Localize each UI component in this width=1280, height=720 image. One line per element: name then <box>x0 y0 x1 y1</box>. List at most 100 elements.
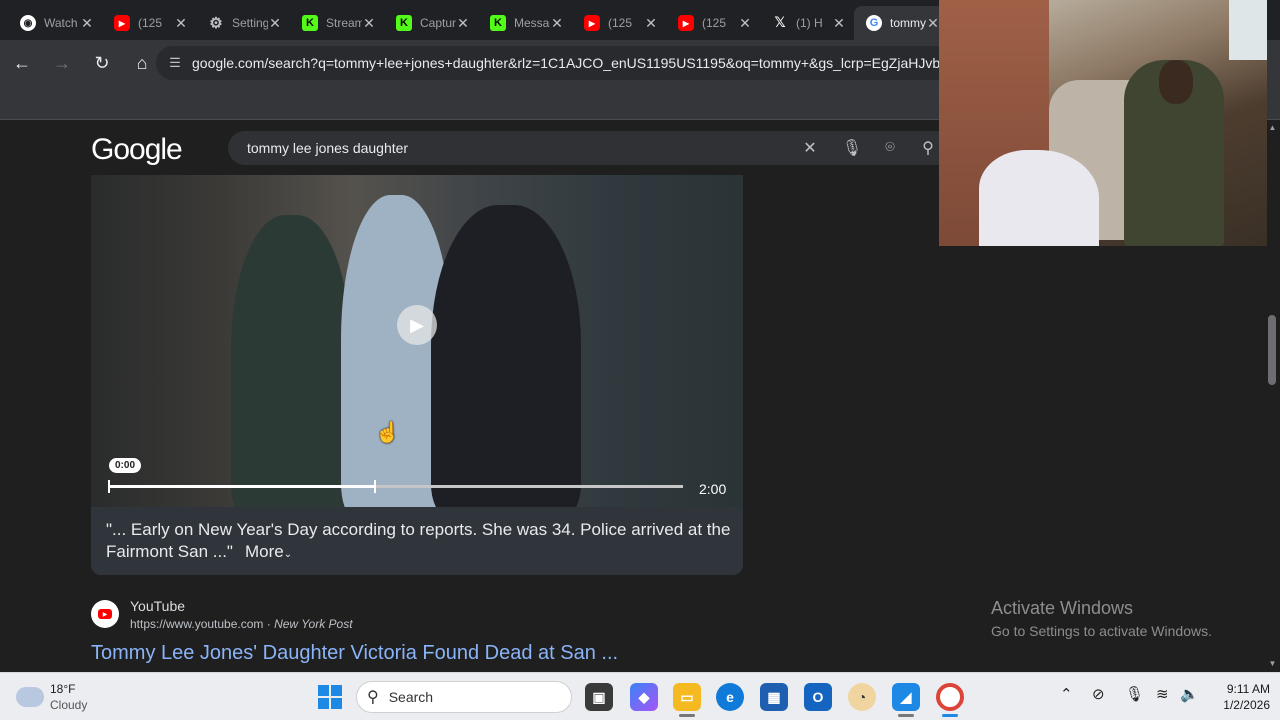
windows-logo-pane <box>318 698 329 709</box>
back-button[interactable]: ← <box>4 45 40 81</box>
close-icon[interactable]: ✕ <box>174 15 188 32</box>
webcam-overlay <box>939 0 1267 246</box>
tab-youtube-1[interactable]: ▶ (125 ✕ <box>102 6 196 40</box>
site-info-icon[interactable]: ☰ <box>164 55 186 71</box>
app-icon[interactable]: ◔ <box>848 683 876 711</box>
task-view-icon[interactable]: ▣ <box>585 683 613 711</box>
photos-icon[interactable]: ◢ <box>892 683 920 711</box>
microphone-icon[interactable]: 🎙 <box>837 131 867 165</box>
youtube-icon: ▶ <box>678 15 694 31</box>
google-logo[interactable]: Google <box>91 133 183 167</box>
search-query: tommy lee jones daughter <box>247 140 409 156</box>
outlook-icon[interactable]: O <box>804 683 832 711</box>
result-site-name[interactable]: YouTube <box>130 598 185 614</box>
watermark-title: Activate Windows <box>991 598 1134 618</box>
running-indicator <box>679 714 695 717</box>
tab-title: Watch <box>44 16 78 30</box>
watch-icon: ◉ <box>20 15 36 31</box>
video-caption: "... Early on New Year's Day according t… <box>106 519 731 566</box>
edge-icon[interactable]: e <box>716 683 744 711</box>
close-icon[interactable]: ✕ <box>832 15 846 32</box>
home-icon: ⌂ <box>136 52 148 73</box>
youtube-icon: ▶ <box>114 15 130 31</box>
windows-logo-pane <box>331 698 342 709</box>
webcam-head <box>1159 60 1193 104</box>
progress-bar[interactable] <box>108 480 683 493</box>
tab-title: Settings <box>232 16 268 30</box>
webcam-window <box>1229 0 1267 60</box>
cloud-icon <box>16 687 44 707</box>
watermark-subtitle: Go to Settings to activate Windows. <box>991 623 1212 639</box>
running-indicator <box>898 714 914 717</box>
search-box[interactable]: tommy lee jones daughter ✕ 🎙 ⌾ ⚲ <box>228 131 958 165</box>
system-clock[interactable]: 9:11 AM 1/2/2026 <box>1200 681 1270 713</box>
store-icon[interactable]: ▦ <box>760 683 788 711</box>
close-icon[interactable]: ✕ <box>550 15 564 32</box>
chevron-up-icon[interactable]: ⌃ <box>1060 685 1073 703</box>
kick-icon: K <box>490 15 506 31</box>
tab-youtube-2[interactable]: ▶ (125 ✕ <box>572 6 666 40</box>
volume-icon[interactable]: 🔈 <box>1180 685 1199 703</box>
forward-button[interactable]: → <box>44 45 80 81</box>
x-icon: 𝕏 <box>774 15 786 31</box>
network-off-icon[interactable]: ⊘ <box>1092 685 1105 703</box>
more-link[interactable]: More⌄ <box>245 542 292 561</box>
result-source: New York Post <box>274 617 353 631</box>
tab-x[interactable]: 𝕏 (1) H ✕ <box>760 6 854 40</box>
close-icon[interactable]: ✕ <box>268 15 282 32</box>
chrome-icon[interactable] <box>936 683 964 711</box>
lens-icon[interactable]: ⌾ <box>875 131 905 165</box>
address-bar[interactable]: ☰ google.com/search?q=tommy+lee+jones+da… <box>156 46 956 80</box>
wifi-icon[interactable]: ≋ <box>1156 685 1169 703</box>
weather-condition: Cloudy <box>50 698 88 712</box>
tab-kick-capture[interactable]: K Capture ✕ <box>384 6 478 40</box>
windows-logo-pane <box>331 685 342 696</box>
microphone-icon[interactable]: 🎙 <box>1125 685 1144 703</box>
scroll-thumb[interactable] <box>1268 315 1276 385</box>
taskbar-search[interactable]: ⚲ Search <box>356 681 572 713</box>
clock-time: 9:11 AM <box>1226 682 1270 696</box>
taskbar: 18°F Cloudy ⚲ Search ▣ ◆ ▭ e ▦ O ◔ ◢ ⌃ ⊘… <box>0 672 1280 720</box>
close-icon[interactable]: ✕ <box>362 15 376 32</box>
play-icon: ▶ <box>410 314 424 335</box>
taskbar-search-label: Search <box>388 689 434 705</box>
tab-kick-stream[interactable]: K Stream ✕ <box>290 6 384 40</box>
progress-fill <box>108 485 376 488</box>
result-url[interactable]: https://www.youtube.com · New York Post <box>130 617 353 631</box>
page-scrollbar[interactable]: ▲ ▼ <box>1265 121 1280 672</box>
close-icon[interactable]: ✕ <box>738 15 752 32</box>
close-icon[interactable]: ✕ <box>644 15 658 32</box>
tab-kick-messages[interactable]: K Messages ✕ <box>478 6 572 40</box>
more-label: More <box>244 542 284 561</box>
video-figure <box>231 215 351 507</box>
scroll-down-icon[interactable]: ▼ <box>1265 659 1280 668</box>
weather-widget[interactable]: 18°F Cloudy <box>16 681 87 713</box>
tab-watch[interactable]: ◉ Watch ✕ <box>8 6 102 40</box>
reload-button[interactable]: ↻ <box>84 45 120 81</box>
start-button[interactable] <box>318 685 342 709</box>
clear-icon[interactable]: ✕ <box>795 131 825 165</box>
result-title-link[interactable]: Tommy Lee Jones' Daughter Victoria Found… <box>91 642 618 665</box>
tab-title: Messages <box>514 16 550 30</box>
file-explorer-icon[interactable]: ▭ <box>673 683 701 711</box>
tab-title: (1) H <box>796 16 823 30</box>
search-icon: ⚲ <box>367 689 379 706</box>
video-thumbnail[interactable]: ▶ 0:00 2:00 <box>91 175 743 507</box>
tab-google-active[interactable]: G tommy ✕ <box>854 6 948 40</box>
close-icon[interactable]: ✕ <box>456 15 470 32</box>
tab-title: (125 <box>702 16 727 30</box>
tab-settings[interactable]: ⚙ Settings ✕ <box>196 6 290 40</box>
tab-youtube-3[interactable]: ▶ (125 ✕ <box>666 6 760 40</box>
kick-icon: K <box>302 15 318 31</box>
home-button[interactable]: ⌂ <box>124 45 160 81</box>
play-button[interactable]: ▶ <box>397 305 437 345</box>
youtube-icon: ▶ <box>584 15 600 31</box>
scroll-up-icon[interactable]: ▲ <box>1265 123 1280 132</box>
progress-handle[interactable] <box>374 480 377 493</box>
running-indicator <box>942 714 958 717</box>
screen: ◉ Watch ✕ ▶ (125 ✕ ⚙ Settings ✕ K Stream… <box>0 0 1280 720</box>
close-icon[interactable]: ✕ <box>80 15 94 32</box>
video-result-card[interactable]: ▶ 0:00 2:00 "... Early on New Year's Day… <box>91 175 743 575</box>
close-icon[interactable]: ✕ <box>926 15 940 32</box>
copilot-icon[interactable]: ◆ <box>630 683 658 711</box>
